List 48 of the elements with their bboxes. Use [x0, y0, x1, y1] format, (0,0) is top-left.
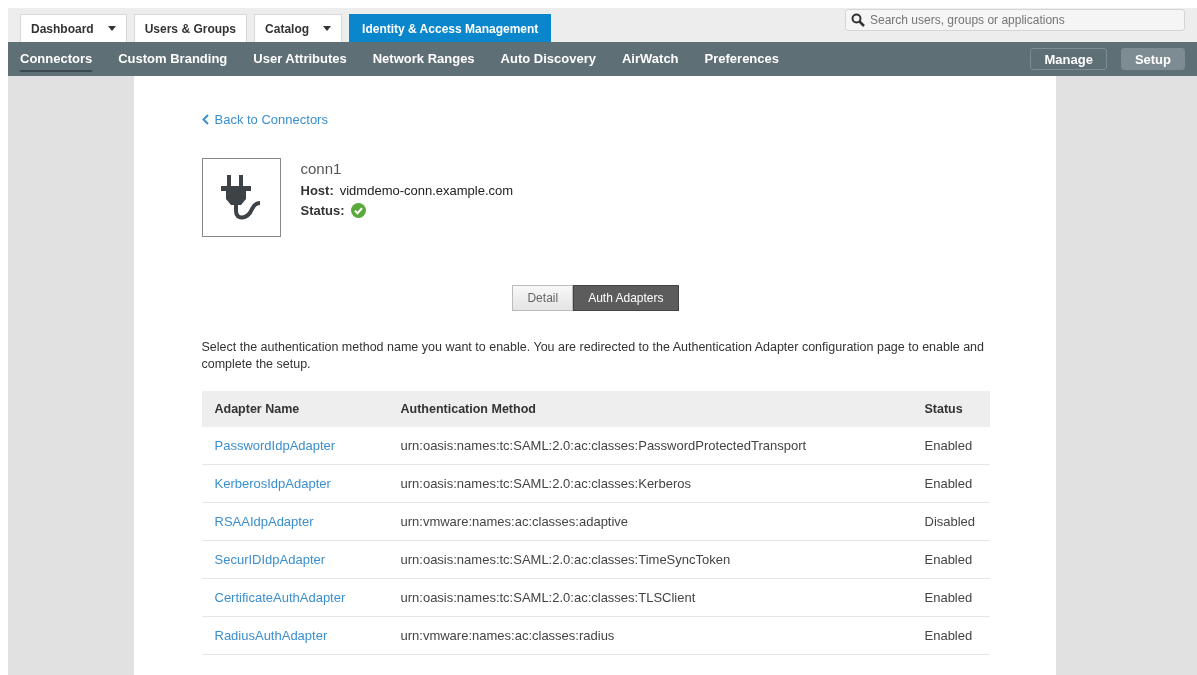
table-cell: Enabled — [924, 628, 973, 643]
column-header: Authentication Method — [387, 391, 912, 427]
nav-tab[interactable]: AirWatch — [622, 46, 679, 72]
mode-button[interactable]: Setup — [1120, 48, 1185, 70]
adapter-link[interactable]: SecurIDIdpAdapter — [214, 552, 326, 567]
nav-tab[interactable]: Network Ranges — [372, 46, 475, 72]
nav-tab[interactable]: Custom Branding — [118, 46, 228, 72]
instruction-text: Select the authentication method name you want to enable. You are redirected to the Authentication Adapter configuration page to enable and complete the setup. — [201, 339, 985, 373]
adapter-link[interactable]: CertificateAuthAdapter — [214, 590, 346, 605]
nav-tab[interactable]: Auto Discovery — [500, 46, 596, 72]
top-tab[interactable]: Identity & Access Management — [349, 14, 552, 42]
table-cell: urn:oasis:names:tc:SAML:2.0:ac:classes:TLSClient — [400, 590, 696, 605]
view-tab[interactable]: Detail — [512, 285, 574, 311]
table-cell: Enabled — [924, 590, 973, 605]
view-tab[interactable]: Auth Adapters — [573, 285, 679, 311]
caret-icon — [323, 26, 332, 31]
top-tab[interactable]: Users & Groups — [133, 14, 248, 42]
table-cell: Enabled — [924, 552, 973, 567]
table-cell: urn:vmware:names:ac:classes:adaptive — [400, 514, 629, 529]
search-field[interactable]: Search users, groups or applications — [845, 9, 1185, 31]
adapter-link[interactable]: PasswordIdpAdapter — [214, 438, 336, 453]
host-value: vidmdemo-conn.example.com — [339, 183, 514, 198]
table-cell: Enabled — [924, 438, 973, 453]
top-tab[interactable]: Dashboard — [20, 14, 127, 42]
search-icon — [851, 13, 865, 27]
adapter-link[interactable]: RadiusAuthAdapter — [214, 628, 328, 643]
caret-icon — [107, 26, 116, 31]
column-header: Adapter Name — [201, 391, 388, 427]
back-link[interactable]: Back to Connectors — [201, 112, 328, 127]
table-cell: urn:oasis:names:tc:SAML:2.0:ac:classes:Kerberos — [400, 476, 691, 491]
plug-icon — [219, 174, 263, 221]
nav-tab[interactable]: Preferences — [704, 46, 779, 72]
column-header: Status — [911, 391, 990, 427]
nav-tab[interactable]: User Attributes — [253, 46, 347, 72]
nav-tab[interactable]: Connectors — [20, 46, 93, 72]
chevron-left-icon — [201, 114, 209, 125]
table-cell: Disabled — [924, 514, 976, 529]
table-cell: Enabled — [924, 476, 973, 491]
adapter-link[interactable]: RSAAIdpAdapter — [214, 514, 314, 529]
table-cell: urn:oasis:names:tc:SAML:2.0:ac:classes:PasswordProtectedTransport — [400, 438, 807, 453]
connector-name: conn1 — [300, 160, 343, 177]
top-tab[interactable]: Catalog — [254, 14, 343, 42]
table-cell: urn:vmware:names:ac:classes:radius — [400, 628, 615, 643]
host-label: Host: — [300, 183, 334, 198]
adapter-link[interactable]: KerberosIdpAdapter — [214, 476, 331, 491]
mode-button[interactable]: Manage — [1030, 48, 1107, 70]
table-cell: urn:oasis:names:tc:SAML:2.0:ac:classes:TimeSyncToken — [400, 552, 731, 567]
status-label: Status: — [300, 203, 345, 218]
